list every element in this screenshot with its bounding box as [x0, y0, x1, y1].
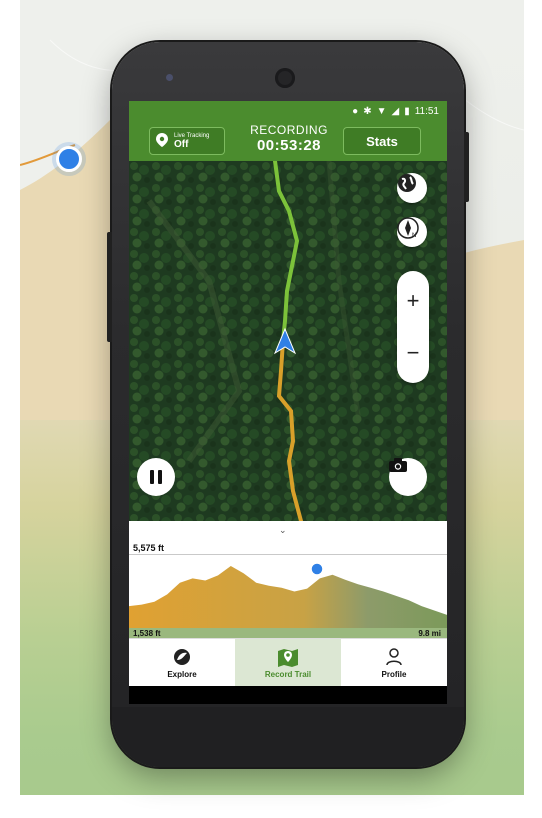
satellite-map[interactable]: N + − — [129, 161, 447, 521]
phone-front-camera — [275, 68, 295, 88]
elevation-area — [129, 566, 447, 628]
compass-button[interactable]: N — [397, 217, 427, 247]
live-tracking-button[interactable]: Live Tracking Off — [149, 127, 225, 155]
phone-volume-button — [107, 232, 112, 342]
bottom-navigation: Explore Record Trail Profile — [129, 638, 447, 686]
nav-record-trail-label: Record Trail — [264, 669, 312, 679]
phone-chin — [112, 707, 464, 767]
status-time: 11:51 — [414, 105, 439, 117]
background-bottom — [20, 795, 524, 818]
camera-button[interactable] — [389, 458, 427, 496]
nav-explore[interactable]: Explore — [129, 639, 235, 686]
status-bar: ● ✱ ▼ ◢ ▮ 11:51 — [129, 101, 447, 121]
elevation-distance-label: 9.8 mi — [418, 629, 441, 638]
system-navigation-bar — [129, 686, 447, 704]
elevation-profile-chart — [129, 562, 447, 638]
map-pin-icon — [277, 647, 299, 667]
explore-icon — [173, 647, 191, 667]
phone-screen: ● ✱ ▼ ◢ ▮ 11:51 Live Tracking Off RECORD… — [129, 101, 447, 686]
recording-status: RECORDING 00:53:28 — [239, 123, 339, 155]
zoom-control: + − — [397, 271, 429, 383]
map-layers-button[interactable] — [397, 173, 427, 203]
location-pin-icon — [156, 132, 168, 150]
nav-profile[interactable]: Profile — [341, 639, 447, 686]
location-dot-core — [56, 146, 82, 172]
phone-power-button — [464, 132, 469, 202]
recording-header: Live Tracking Off RECORDING 00:53:28 Sta… — [129, 121, 447, 161]
phone-frame: ● ✱ ▼ ◢ ▮ 11:51 Live Tracking Off RECORD… — [107, 42, 469, 767]
nav-record-trail[interactable]: Record Trail — [235, 639, 341, 686]
live-tracking-value: Off — [174, 138, 189, 150]
battery-icon: ▮ — [404, 105, 410, 117]
elapsed-time: 00:53:28 — [256, 137, 322, 154]
wifi-icon: ▼ — [376, 105, 387, 117]
elevation-position-marker — [310, 562, 324, 576]
signal-icon: ◢ — [391, 105, 400, 117]
elevation-min-label: 1,538 ft — [133, 629, 161, 638]
stats-button[interactable]: Stats — [343, 127, 421, 155]
elevation-panel[interactable]: ⌄ 5,575 ft 1,538 ft 9.8 mi — [129, 521, 447, 638]
pause-icon — [150, 470, 154, 484]
zoom-in-button[interactable]: + — [397, 281, 429, 321]
zoom-out-button[interactable]: − — [397, 333, 429, 373]
elevation-base — [129, 628, 447, 638]
recording-label: RECORDING — [250, 123, 328, 137]
nav-profile-label: Profile — [381, 669, 407, 679]
pause-button[interactable] — [137, 458, 175, 496]
phone-sensor — [166, 74, 173, 81]
nav-explore-label: Explore — [167, 669, 197, 679]
location-pin-icon: ● — [352, 105, 359, 117]
bluetooth-icon: ✱ — [363, 105, 372, 117]
person-icon — [386, 647, 402, 667]
svg-text:N: N — [412, 233, 416, 239]
